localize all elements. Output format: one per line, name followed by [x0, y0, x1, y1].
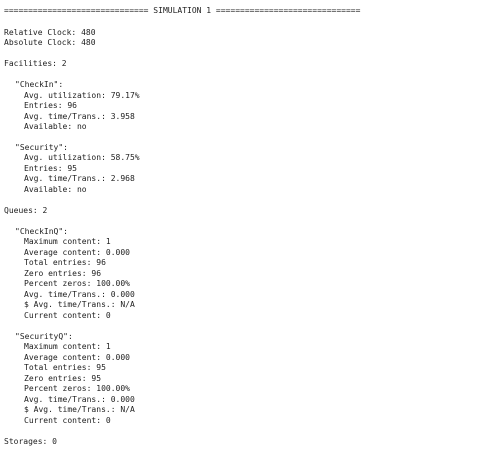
queues-heading: Queues: 2: [4, 206, 48, 215]
queue-zero-entries: Zero entries: 96: [24, 269, 102, 278]
facility-avg-time: Avg. time/Trans.: 3.958: [24, 112, 135, 121]
queue-current-content: Current content: 0: [24, 416, 111, 425]
queue-average-content: Average content: 0.000: [24, 353, 130, 362]
queue-percent-zeros: Percent zeros: 100.00%: [24, 279, 130, 288]
facilities-heading: Facilities: 2: [4, 59, 67, 68]
simulation-header: ============================== SIMULATIO…: [4, 6, 361, 15]
simulation-report-output: ============================== SIMULATIO…: [0, 0, 490, 462]
queue-average-content: Average content: 0.000: [24, 248, 130, 257]
relative-clock: Relative Clock: 480: [4, 28, 96, 37]
facility-available: Available: no: [24, 122, 87, 131]
facility-avg-utilization: Avg. utilization: 58.75%: [24, 153, 140, 162]
facility-available: Available: no: [24, 185, 87, 194]
queue-dollar-avg-time: $ Avg. time/Trans.: N/A: [24, 300, 135, 309]
facility-name: "Security":: [15, 143, 68, 152]
storages-heading: Storages: 0: [4, 437, 57, 446]
facility-entries: Entries: 96: [24, 101, 77, 110]
queue-total-entries: Total entries: 95: [24, 363, 106, 372]
queue-dollar-avg-time: $ Avg. time/Trans.: N/A: [24, 405, 135, 414]
queue-current-content: Current content: 0: [24, 311, 111, 320]
queue-maximum-content: Maximum content: 1: [24, 342, 111, 351]
queue-percent-zeros: Percent zeros: 100.00%: [24, 384, 130, 393]
facility-avg-utilization: Avg. utilization: 79.17%: [24, 91, 140, 100]
queue-zero-entries: Zero entries: 95: [24, 374, 102, 383]
facility-entries: Entries: 95: [24, 164, 77, 173]
queue-total-entries: Total entries: 96: [24, 258, 106, 267]
queue-maximum-content: Maximum content: 1: [24, 237, 111, 246]
queue-avg-time: Avg. time/Trans.: 0.000: [24, 395, 135, 404]
absolute-clock: Absolute Clock: 480: [4, 38, 96, 47]
facility-name: "CheckIn":: [15, 80, 64, 89]
facility-avg-time: Avg. time/Trans.: 2.968: [24, 174, 135, 183]
queue-name: "SecurityQ":: [15, 332, 73, 341]
queue-avg-time: Avg. time/Trans.: 0.000: [24, 290, 135, 299]
queue-name: "CheckInQ":: [15, 227, 68, 236]
